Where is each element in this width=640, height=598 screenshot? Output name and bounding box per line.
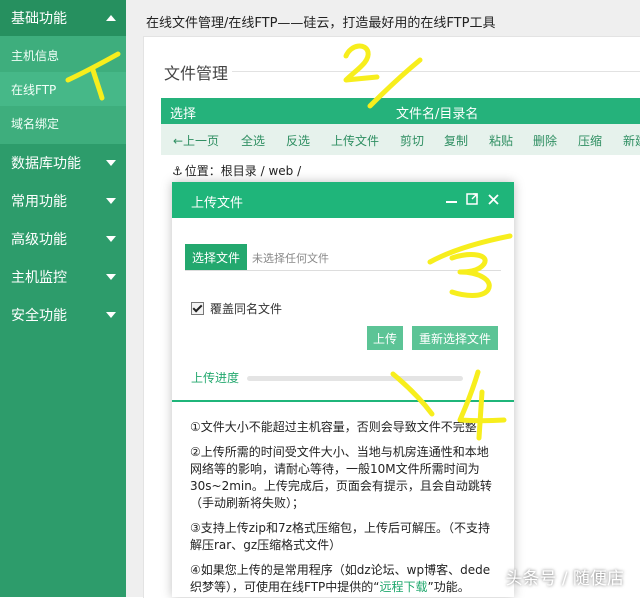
sidebar-section-label: 常用功能 xyxy=(11,194,67,210)
sidebar-item-domain-binding[interactable]: 域名绑定 xyxy=(0,106,126,140)
note-item: ③支持上传zip和7z格式压缩包，上传后可解压。（不支持解压rar、gz压缩格式… xyxy=(190,521,490,552)
note-item: ④如果您上传的是常用程序（如dz论坛、wp博客、dede织梦等），可使用在线FT… xyxy=(190,562,500,596)
prev-page-button[interactable]: ←上一页 xyxy=(173,132,219,149)
watermark: 头条号 / 随便店 xyxy=(505,569,624,589)
sidebar-section-label: 基础功能 xyxy=(11,11,67,27)
note-text: ”功能。 xyxy=(427,580,470,594)
sidebar-sections: 数据库功能 常用功能 高级功能 主机监控 安全功能 xyxy=(0,144,126,334)
page-title: 在线文件管理/在线FTP——硅云，打造最好用的在线FTP工具 xyxy=(146,16,496,31)
sidebar-section-label: 数据库功能 xyxy=(11,156,81,172)
sidebar-item-host-info[interactable]: 主机信息 xyxy=(0,38,126,72)
minimize-icon[interactable] xyxy=(444,191,458,207)
progress-label: 上传进度 xyxy=(191,371,240,385)
dialog-title: 上传文件 xyxy=(191,196,244,211)
chevron-down-icon xyxy=(106,160,116,166)
invert-selection-button[interactable]: 反选 xyxy=(286,132,310,149)
upload-file-button[interactable]: 上传文件 xyxy=(331,132,379,149)
select-all-button[interactable]: 全选 xyxy=(241,132,265,149)
paste-button[interactable]: 粘贴 xyxy=(489,132,513,149)
note-item: ②上传所需的时间受文件大小、当地与机房连通性和本地网络等的影响，请耐心等待，一般… xyxy=(190,445,492,510)
chevron-down-icon xyxy=(106,274,116,280)
dialog-header: 上传文件 xyxy=(172,182,514,218)
sidebar-section-common[interactable]: 常用功能 xyxy=(0,182,126,220)
cut-button[interactable]: 剪切 xyxy=(400,132,424,149)
sidebar-section-basic[interactable]: 基础功能 xyxy=(0,0,126,36)
sidebar-submenu: 主机信息 在线FTP 域名绑定 xyxy=(0,36,126,144)
file-toolbar: ←上一页 全选 反选 上传文件 剪切 复制 粘贴 删除 压缩 新建 xyxy=(161,124,640,155)
upload-dialog: 上传文件 选择文件 未选择任何文件 覆盖同名文件 上传 重新选择文件 上传进度 … xyxy=(172,182,514,597)
note-item: ①文件大小不能超过主机容量，否则会导致文件不完整 xyxy=(190,420,477,434)
breadcrumb: ⚓ 位置：根目录 / web / xyxy=(172,162,301,179)
overwrite-label: 覆盖同名文件 xyxy=(210,302,283,316)
anchor-icon: ⚓ xyxy=(172,164,183,178)
sidebar-item-online-ftp[interactable]: 在线FTP xyxy=(0,72,126,106)
copy-button[interactable]: 复制 xyxy=(444,132,468,149)
sidebar-section-database[interactable]: 数据库功能 xyxy=(0,144,126,182)
sidebar: 基础功能 主机信息 在线FTP 域名绑定 数据库功能 常用功能 高级功能 主机监… xyxy=(0,0,126,597)
path-value[interactable]: 根目录 / web / xyxy=(221,164,301,178)
maximize-icon[interactable] xyxy=(465,191,479,207)
remote-download-link[interactable]: 远程下载 xyxy=(379,580,427,594)
sidebar-section-label: 主机监控 xyxy=(11,270,67,286)
file-table-header: 选择 文件名/目录名 xyxy=(161,98,640,124)
chevron-down-icon xyxy=(106,236,116,242)
sidebar-section-monitor[interactable]: 主机监控 xyxy=(0,258,126,296)
delete-button[interactable]: 删除 xyxy=(533,132,557,149)
column-filename: 文件名/目录名 xyxy=(396,107,479,122)
dialog-divider xyxy=(172,400,514,402)
chevron-up-icon xyxy=(106,15,116,21)
choose-file-button[interactable]: 选择文件 xyxy=(185,244,247,270)
reselect-button[interactable]: 重新选择文件 xyxy=(412,326,498,350)
close-icon[interactable] xyxy=(486,191,500,207)
upload-notes: ①文件大小不能超过主机容量，否则会导致文件不完整 ②上传所需的时间受文件大小、当… xyxy=(190,419,500,597)
file-manager-title: 文件管理 xyxy=(164,64,229,83)
overwrite-option[interactable]: 覆盖同名文件 xyxy=(191,300,282,317)
sidebar-item-label: 在线FTP xyxy=(11,82,57,97)
new-button[interactable]: 新建 xyxy=(623,132,640,149)
sidebar-section-label: 高级功能 xyxy=(11,232,67,248)
selected-file-text: 未选择任何文件 xyxy=(252,252,329,265)
sidebar-section-security[interactable]: 安全功能 xyxy=(0,296,126,334)
sidebar-section-advanced[interactable]: 高级功能 xyxy=(0,220,126,258)
title-divider xyxy=(232,71,640,72)
file-picker: 选择文件 未选择任何文件 xyxy=(185,244,501,271)
overwrite-checkbox[interactable] xyxy=(191,302,204,315)
column-select: 选择 xyxy=(170,107,197,122)
upload-button[interactable]: 上传 xyxy=(367,326,403,350)
upload-progress-bar xyxy=(247,376,463,381)
path-label: 位置： xyxy=(184,164,221,178)
sidebar-section-label: 安全功能 xyxy=(11,308,67,324)
sidebar-item-label: 主机信息 xyxy=(11,48,60,63)
chevron-down-icon xyxy=(106,312,116,318)
sidebar-item-label: 域名绑定 xyxy=(11,116,60,131)
chevron-down-icon xyxy=(106,198,116,204)
compress-button[interactable]: 压缩 xyxy=(578,132,602,149)
